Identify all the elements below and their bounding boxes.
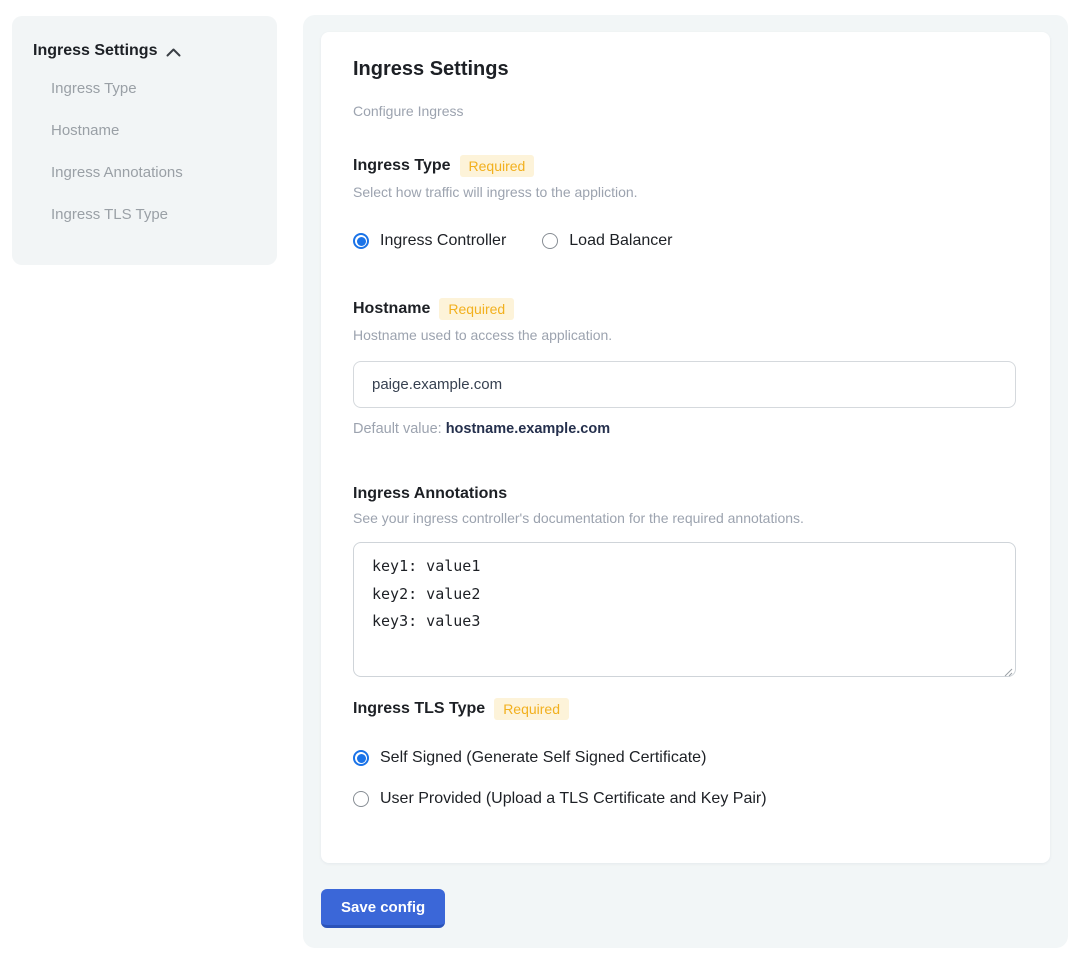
save-config-button[interactable]: Save config (321, 889, 445, 928)
radio-label: Load Balancer (569, 232, 672, 250)
ingress-type-description: Select how traffic will ingress to the a… (353, 184, 1018, 200)
radio-option-self-signed[interactable]: Self Signed (Generate Self Signed Certif… (353, 749, 1018, 767)
sidebar-section-title: Ingress Settings (33, 42, 157, 60)
page-title: Ingress Settings (353, 58, 1018, 81)
radio-option-load-balancer[interactable]: Load Balancer (542, 232, 672, 250)
hostname-input[interactable] (353, 361, 1016, 408)
settings-sidebar: Ingress Settings Ingress Type Hostname I… (12, 16, 277, 265)
sidebar-item-ingress-type[interactable]: Ingress Type (33, 68, 265, 110)
chevron-up-icon (166, 46, 181, 57)
section-ingress-type: Ingress Type Required Select how traffic… (353, 155, 1018, 250)
sidebar-item-ingress-annotations[interactable]: Ingress Annotations (33, 152, 265, 194)
default-value: hostname.example.com (446, 421, 610, 437)
ingress-tls-radio-group: Self Signed (Generate Self Signed Certif… (353, 749, 1018, 808)
sidebar-section-header-ingress-settings[interactable]: Ingress Settings (33, 42, 265, 60)
ingress-settings-card: Ingress Settings Configure Ingress Ingre… (321, 32, 1050, 863)
ingress-tls-type-label: Ingress TLS Type (353, 700, 485, 718)
required-badge: Required (494, 698, 569, 720)
ingress-annotations-textarea[interactable]: key1: value1 key2: value2 key3: value3 (353, 542, 1016, 677)
resize-handle-icon[interactable] (1003, 664, 1013, 674)
radio-option-ingress-controller[interactable]: Ingress Controller (353, 232, 506, 250)
hostname-default-row: Default value: hostname.example.com (353, 421, 1018, 437)
sidebar-nav-list: Ingress Type Hostname Ingress Annotation… (33, 68, 265, 236)
main-panel: Ingress Settings Configure Ingress Ingre… (303, 15, 1068, 948)
radio-option-user-provided[interactable]: User Provided (Upload a TLS Certificate … (353, 790, 1018, 808)
default-value-label: Default value: (353, 421, 442, 437)
radio-selected-icon[interactable] (353, 233, 369, 249)
sidebar-item-hostname[interactable]: Hostname (33, 110, 265, 152)
radio-label: Self Signed (Generate Self Signed Certif… (380, 749, 706, 767)
required-badge: Required (439, 298, 514, 320)
radio-unselected-icon[interactable] (542, 233, 558, 249)
radio-unselected-icon[interactable] (353, 791, 369, 807)
radio-label: User Provided (Upload a TLS Certificate … (380, 790, 767, 808)
radio-selected-icon[interactable] (353, 750, 369, 766)
page-subtitle: Configure Ingress (353, 103, 1018, 119)
sidebar-item-ingress-tls-type[interactable]: Ingress TLS Type (33, 194, 265, 236)
section-ingress-tls-type: Ingress TLS Type Required Self Signed (G… (353, 698, 1018, 808)
section-hostname: Hostname Required Hostname used to acces… (353, 298, 1018, 437)
ingress-annotations-description: See your ingress controller's documentat… (353, 510, 1018, 526)
ingress-annotations-label: Ingress Annotations (353, 485, 507, 503)
ingress-type-radio-group: Ingress Controller Load Balancer (353, 232, 1018, 250)
hostname-label: Hostname (353, 300, 430, 318)
section-ingress-annotations: Ingress Annotations See your ingress con… (353, 485, 1018, 677)
hostname-description: Hostname used to access the application. (353, 327, 1018, 343)
required-badge: Required (460, 155, 535, 177)
ingress-type-label: Ingress Type (353, 157, 451, 175)
radio-label: Ingress Controller (380, 232, 506, 250)
